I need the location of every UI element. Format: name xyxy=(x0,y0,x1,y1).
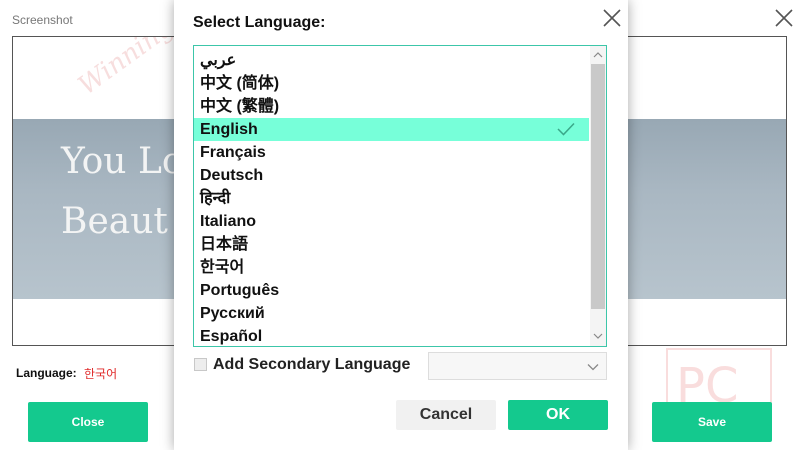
close-button[interactable]: Close xyxy=(28,402,148,442)
dialog-close-button[interactable] xyxy=(600,6,624,30)
close-icon xyxy=(603,9,621,27)
image-text-line1: You Lo xyxy=(61,141,184,182)
language-item[interactable]: 한국어 xyxy=(194,256,589,279)
language-value: 한국어 xyxy=(84,367,118,381)
secondary-language-checkbox[interactable] xyxy=(194,358,207,371)
language-item[interactable]: हिन्दी xyxy=(194,187,589,210)
language-item[interactable]: Français xyxy=(194,141,589,164)
checkmark-icon xyxy=(557,122,575,136)
language-item-selected[interactable]: English xyxy=(194,118,589,141)
save-button[interactable]: Save xyxy=(652,402,772,442)
image-text-line2: Beaut xyxy=(61,201,168,242)
cancel-button[interactable]: Cancel xyxy=(396,400,496,430)
language-item[interactable]: 中文 (繁體) xyxy=(194,95,589,118)
secondary-language-label: Add Secondary Language xyxy=(213,356,411,373)
dialog-title: Select Language: xyxy=(193,14,326,31)
language-item[interactable]: Deutsch xyxy=(194,164,589,187)
language-label: Language: xyxy=(16,366,77,380)
scroll-thumb[interactable] xyxy=(591,64,605,309)
chevron-down-icon xyxy=(587,364,599,371)
ok-button[interactable]: OK xyxy=(508,400,608,430)
language-item[interactable]: عربي xyxy=(194,49,589,72)
language-item[interactable]: Português xyxy=(194,279,589,302)
scroll-up-icon[interactable] xyxy=(593,50,603,60)
language-item[interactable]: Русский xyxy=(194,302,589,325)
scroll-down-icon[interactable] xyxy=(593,331,603,341)
language-list: عربي 中文 (简体) 中文 (繁體) English Français De… xyxy=(193,45,607,347)
language-item-label: English xyxy=(200,121,258,138)
language-item[interactable]: 中文 (简体) xyxy=(194,72,589,95)
language-item[interactable]: Español xyxy=(194,325,589,346)
secondary-language-dropdown[interactable] xyxy=(428,352,607,380)
window-close-button[interactable] xyxy=(772,6,796,30)
window-title: Screenshot xyxy=(12,13,73,27)
select-language-dialog: Select Language: عربي 中文 (简体) 中文 (繁體) En… xyxy=(174,0,628,450)
list-scrollbar[interactable] xyxy=(590,46,606,346)
language-item[interactable]: 日本語 xyxy=(194,233,589,256)
close-icon xyxy=(775,9,793,27)
language-item[interactable]: Italiano xyxy=(194,210,589,233)
